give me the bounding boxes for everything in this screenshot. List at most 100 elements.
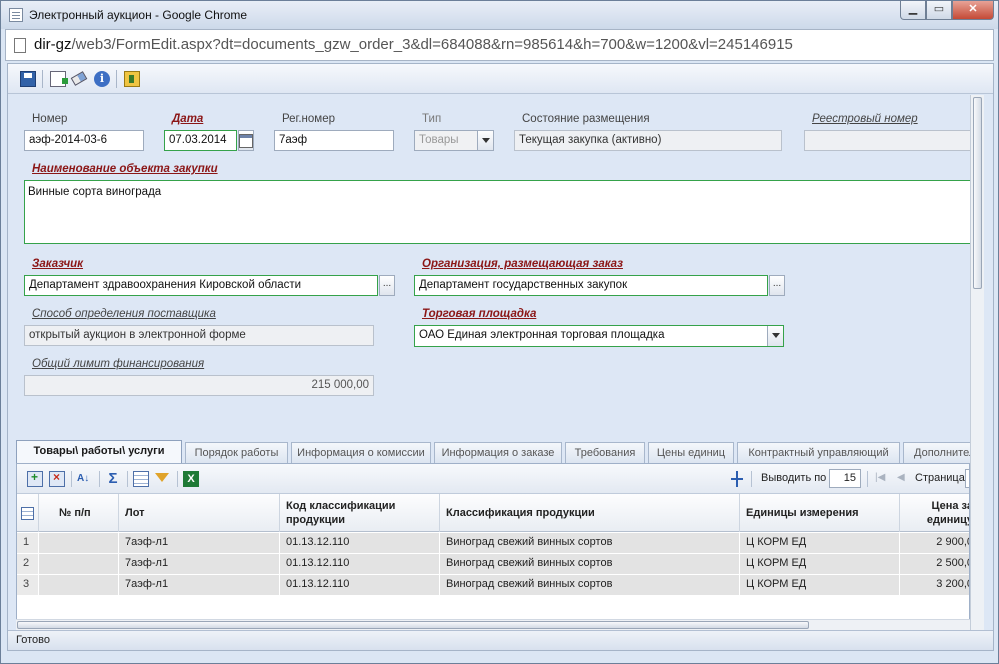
naimenovanie-textarea[interactable]: Винные сорта винограда	[24, 180, 974, 244]
toolbar-separator	[177, 471, 178, 487]
cell-code: 01.13.12.110	[280, 554, 440, 574]
reestr-label: Реестровый номер	[812, 113, 918, 125]
table-icon	[21, 506, 34, 520]
status-bar: Готово	[8, 630, 993, 650]
page-size-input[interactable]: 15	[829, 469, 861, 488]
tip-select: Товары	[414, 130, 494, 151]
toolbar-separator	[42, 70, 43, 88]
table-row[interactable]: 1 7аэф-л1 01.13.12.110 Виноград свежий в…	[17, 533, 969, 554]
app-area: i Номер аэф-2014-03-6 Дата 07.03.2014 Ре…	[7, 63, 994, 651]
minimize-button[interactable]: ▁	[900, 1, 926, 20]
zakazchik-lookup-button[interactable]: ...	[379, 275, 395, 296]
tab-order-info[interactable]: Информация о заказе	[434, 442, 562, 463]
ploshchadka-value: ОАО Единая электронная торговая площадка	[419, 329, 665, 341]
tab-work-order[interactable]: Порядок работы	[185, 442, 288, 463]
cell-class: Виноград свежий винных сортов	[440, 554, 740, 574]
col-header-price[interactable]: Цена за единицу	[900, 494, 969, 532]
info-icon[interactable]: i	[94, 71, 110, 87]
zakazchik-label: Заказчик	[32, 258, 84, 270]
col-header-lot[interactable]: Лот	[119, 494, 280, 532]
ploshchadka-label: Торговая площадка	[422, 308, 537, 320]
col-header-class[interactable]: Классификация продукции	[440, 494, 740, 532]
toolbar-separator	[751, 471, 752, 487]
horizontal-scrollbar[interactable]	[16, 619, 970, 630]
cell-lot: 7аэф-л1	[119, 554, 280, 574]
tab-strip: Товары\ работы\ услуги Порядок работы Ин…	[16, 440, 970, 464]
maximize-button[interactable]: ▭	[926, 1, 952, 20]
reg-nomer-field[interactable]: 7аэф	[274, 130, 394, 151]
url-text[interactable]: dir-gz/web3/FormEdit.aspx?dt=documents_g…	[34, 36, 793, 53]
close-button[interactable]: ✕	[952, 1, 994, 20]
browser-window: Электронный аукцион - Google Chrome ▁ ▭ …	[0, 0, 999, 664]
limit-field: 215 000,00	[24, 375, 374, 396]
toolbar-separator	[99, 471, 100, 487]
vertical-scrollbar[interactable]	[970, 95, 984, 635]
cell-price: 3 200,0	[900, 575, 969, 595]
sposob-label: Способ определения поставщика	[32, 308, 216, 320]
date-field[interactable]: 07.03.2014	[164, 130, 237, 151]
tab-unit-prices[interactable]: Цены единиц	[648, 442, 734, 463]
ploshchadka-select[interactable]: ОАО Единая электронная торговая площадка	[414, 325, 784, 347]
tab-additional[interactable]: Дополнительно	[903, 442, 970, 463]
page-number-input[interactable]	[965, 469, 969, 488]
organizaciya-lookup-button[interactable]: ...	[769, 275, 785, 296]
data-label: Дата	[172, 113, 204, 125]
tip-value: Товары	[419, 134, 459, 146]
cell-units: Ц КОРМ ЕД	[740, 575, 900, 595]
tab-requirements[interactable]: Требования	[565, 442, 645, 463]
col-header-code[interactable]: Код классификации продукции	[280, 494, 440, 532]
prev-page-icon[interactable]: ◀	[897, 472, 905, 483]
reestr-field	[804, 130, 974, 151]
cell-code: 01.13.12.110	[280, 575, 440, 595]
order-form: Номер аэф-2014-03-6 Дата 07.03.2014 Рег.…	[8, 95, 978, 435]
clear-icon[interactable]	[70, 71, 88, 86]
calendar-button[interactable]	[238, 130, 254, 151]
sposob-field: открытый аукцион в электронной форме	[24, 325, 374, 346]
add-row-icon[interactable]	[27, 470, 43, 487]
tab-contract-manager[interactable]: Контрактный управляющий	[737, 442, 900, 463]
save-icon[interactable]	[20, 71, 36, 87]
document-icon	[14, 38, 26, 53]
toolbar-separator	[71, 471, 72, 487]
tab-commission[interactable]: Информация о комиссии	[291, 442, 431, 463]
cell-lot: 7аэф-л1	[119, 575, 280, 595]
table-row[interactable]: 2 7аэф-л1 01.13.12.110 Виноград свежий в…	[17, 554, 969, 575]
sum-icon[interactable]: Σ	[105, 471, 121, 487]
first-page-icon[interactable]: |◀	[875, 472, 885, 483]
table-row[interactable]: 3 7аэф-л1 01.13.12.110 Виноград свежий в…	[17, 575, 969, 596]
address-bar[interactable]: dir-gz/web3/FormEdit.aspx?dt=documents_g…	[5, 29, 994, 61]
zakazchik-field[interactable]: Департамент здравоохранения Кировской об…	[24, 275, 378, 296]
page-icon	[9, 8, 23, 22]
scrollbar-thumb[interactable]	[973, 97, 982, 289]
nomer-field[interactable]: аэф-2014-03-6	[24, 130, 144, 151]
cell-units: Ц КОРМ ЕД	[740, 554, 900, 574]
scrollbar-thumb[interactable]	[17, 621, 809, 629]
page-label: Страница	[915, 472, 965, 484]
cell-lot: 7аэф-л1	[119, 533, 280, 553]
col-header-units[interactable]: Единицы измерения	[740, 494, 900, 532]
excel-export-icon[interactable]: X	[183, 471, 199, 487]
sostoyanie-field: Текущая закупка (активно)	[514, 130, 782, 151]
columns-icon[interactable]	[133, 471, 149, 487]
exit-icon[interactable]	[124, 71, 140, 87]
row-index: 1	[17, 533, 39, 553]
tab-goods[interactable]: Товары\ работы\ услуги	[16, 440, 182, 463]
grid-toolbar: A↓ Σ X Выводить по 15 |◀ ◀ Страница	[17, 464, 969, 494]
cell-class: Виноград свежий винных сортов	[440, 575, 740, 595]
grid-menu-icon-cell[interactable]	[17, 494, 39, 532]
delete-row-icon[interactable]	[49, 470, 65, 487]
chevron-down-icon[interactable]	[767, 326, 783, 346]
export-doc-icon[interactable]	[50, 71, 68, 87]
toolbar-separator	[867, 471, 868, 487]
toolbar-separator	[116, 70, 117, 88]
row-index: 3	[17, 575, 39, 595]
limit-label: Общий лимит финансирования	[32, 358, 205, 370]
col-header-num[interactable]: № п/п	[39, 494, 119, 532]
cell-num	[39, 554, 119, 574]
page-size-label: Выводить по	[761, 472, 827, 484]
organizaciya-field[interactable]: Департамент государственных закупок	[414, 275, 768, 296]
cell-num	[39, 533, 119, 553]
sort-icon[interactable]: A↓	[77, 471, 93, 487]
fit-columns-icon[interactable]	[731, 471, 743, 487]
filter-icon[interactable]	[155, 473, 169, 482]
